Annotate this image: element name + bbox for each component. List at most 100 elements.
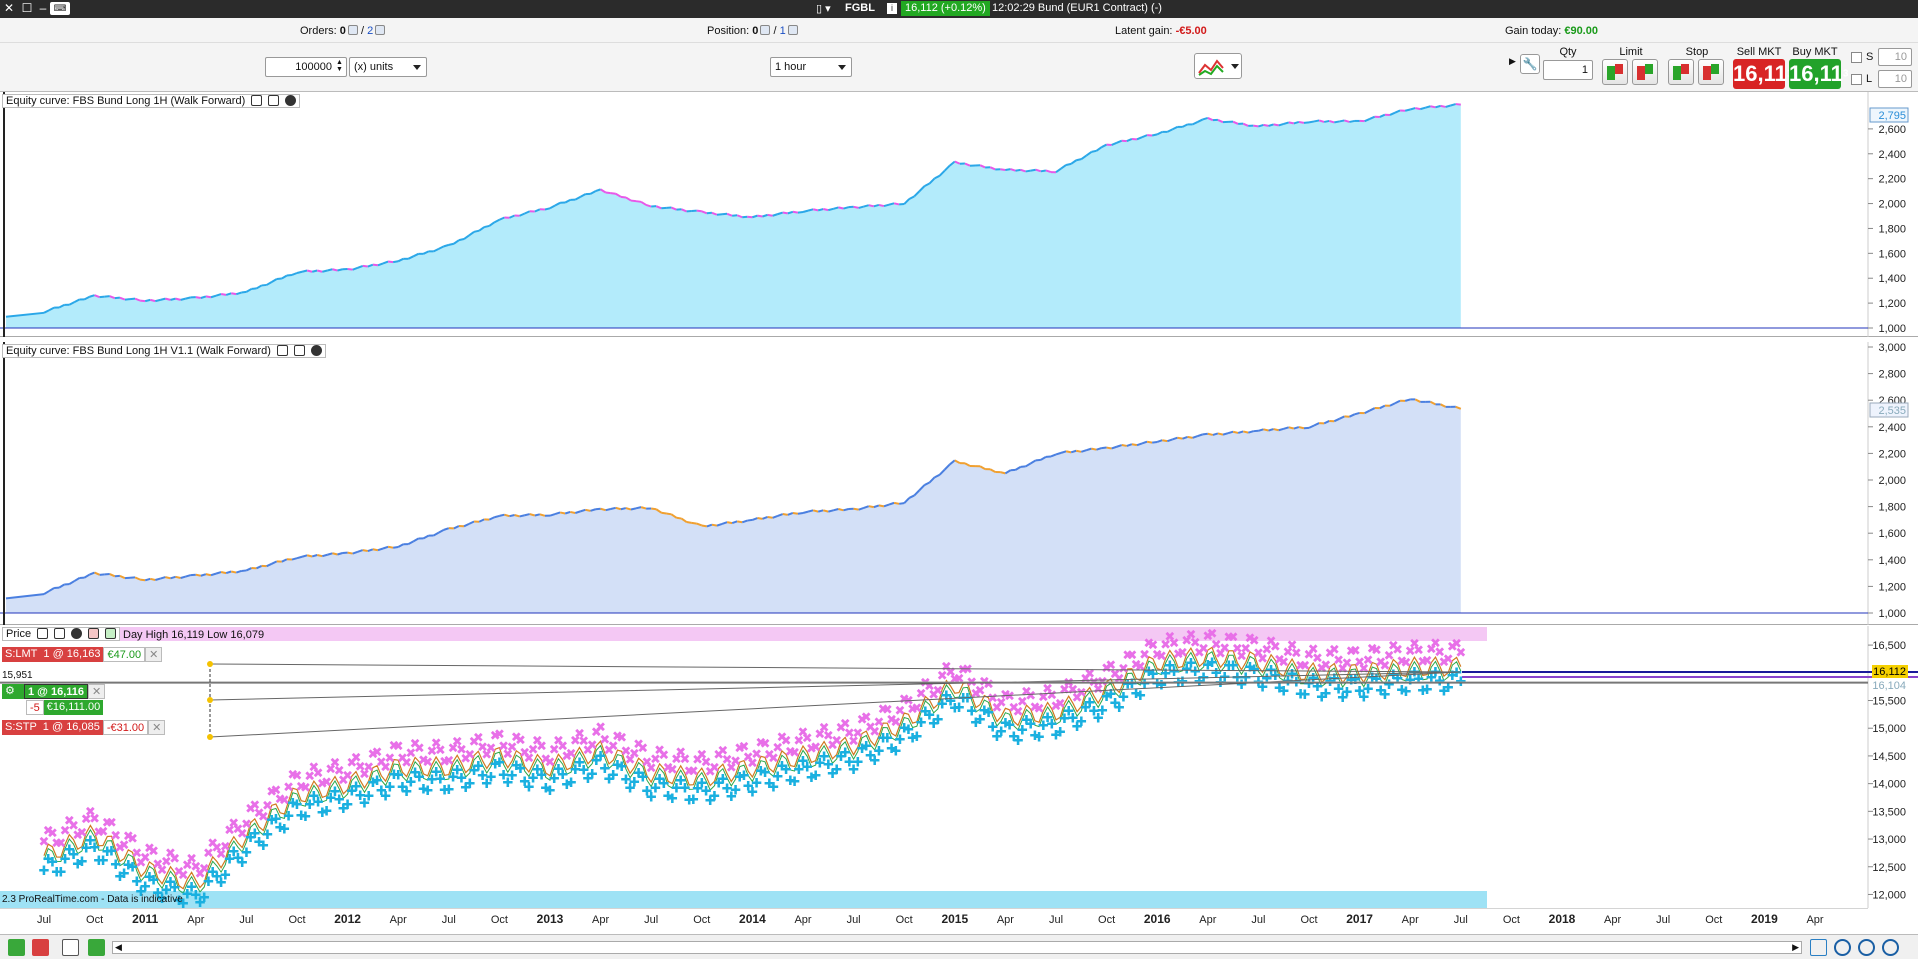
orders-list-icon[interactable] [347, 25, 358, 35]
equity-segment [620, 507, 627, 511]
zoom-in-icon[interactable] [1834, 939, 1851, 956]
zoom-reset-icon[interactable] [1882, 939, 1899, 956]
quantity-input[interactable]: 100000 [265, 57, 347, 77]
settings-icon[interactable] [88, 939, 105, 956]
maximize-window-icon[interactable]: ☐ [20, 1, 34, 16]
position-list-icon[interactable] [760, 25, 771, 35]
close-icon[interactable] [71, 628, 83, 639]
cancel-limit-icon[interactable]: ✕ [145, 647, 163, 662]
equity-segment [160, 576, 166, 580]
sell-mkt-header: Sell MKT [1736, 46, 1782, 58]
s-checkbox[interactable] [1851, 52, 1862, 63]
instrument-symbol[interactable]: FGBL [845, 2, 875, 14]
title-bar: ✕ ☐ – ⌨ ▯ ▾ FGBL i 16,112 (+0.12%) 12:02… [0, 0, 1918, 18]
y-tick-label: 1,400 [1878, 273, 1906, 285]
equity-segment [337, 552, 343, 556]
position-line-label[interactable]: ⚙ 1 @ 16,116 ✕ [2, 684, 106, 699]
zoom-out-icon[interactable] [1858, 939, 1875, 956]
equity-segment [1263, 123, 1269, 127]
buy-limit-button[interactable] [1602, 59, 1628, 85]
minimize-window-icon[interactable]: – [36, 1, 50, 16]
equity-panel-2-title: Equity curve: FBS Bund Long 1H V1.1 (Wal… [2, 344, 327, 358]
wrench-icon[interactable] [277, 345, 288, 356]
wrench-icon[interactable] [37, 628, 49, 639]
horizontal-scrollbar[interactable]: ◀ ▶ [112, 941, 1802, 954]
order-handle[interactable] [207, 734, 213, 740]
equity-segment [1227, 430, 1234, 435]
quantity-stepper-icon[interactable]: ▲ ▼ [336, 59, 343, 73]
stop-order-line-label[interactable]: S:STP 1 @ 16,085 -€31.00 ✕ [2, 720, 166, 735]
close-position-icon[interactable]: ✕ [88, 684, 106, 699]
position-settings-icon[interactable] [787, 25, 798, 35]
x-tick-label: 2017 [1346, 912, 1373, 926]
l-distance-input[interactable]: 10 [1878, 70, 1912, 88]
close-icon[interactable] [285, 95, 297, 106]
equity-segment [301, 554, 308, 558]
equity-segment [610, 506, 617, 510]
zoom-fit-icon[interactable] [1810, 939, 1827, 956]
equity-segment [144, 298, 151, 303]
wrench-icon[interactable] [251, 95, 263, 106]
x-tick-label: Jul [1251, 914, 1265, 926]
timeframe-select[interactable]: 1 hour [770, 57, 852, 77]
orders-separator: / [360, 25, 364, 37]
price-chart[interactable]: ✖✚✖✚✖✚✖✚✖✚✖✚✖✚✖✚✖✚✖✚✖✚✖✚✖✚✖✚✖✚✖✚✖✚✖✚✖✚✖✚… [0, 626, 1918, 908]
equity-panel-2: Equity curve: FBS Bund Long 1H V1.1 (Wal… [0, 342, 1918, 625]
sell-market-button[interactable]: 16,111 [1733, 59, 1792, 89]
orders-settings-icon[interactable] [375, 25, 386, 35]
wrench-icon[interactable]: 🔧 [1520, 54, 1540, 74]
instrument-icon[interactable]: ▯ ▾ [816, 2, 831, 15]
nav-icon[interactable] [8, 939, 25, 956]
buy-signal-mark: ✚ [262, 827, 273, 842]
x-tick-label: Apr [1604, 914, 1621, 926]
equity-segment [1283, 426, 1290, 430]
order-handle[interactable] [207, 661, 213, 667]
close-icon[interactable] [311, 345, 323, 356]
s-distance-input[interactable]: 10 [1878, 48, 1912, 66]
equity-segment [893, 501, 900, 505]
equity-segment [1273, 123, 1279, 127]
window-icon[interactable] [294, 345, 306, 356]
qty-input[interactable]: 1 [1543, 60, 1593, 80]
cancel-stop-icon[interactable]: ✕ [148, 720, 166, 735]
x-tick-label: Oct [896, 914, 913, 926]
buy-signal-mark: ✚ [852, 755, 863, 770]
scroll-left-icon[interactable]: ◀ [115, 942, 122, 953]
chart-type-button[interactable] [1194, 53, 1242, 79]
units-select[interactable]: (x) units [349, 57, 427, 77]
equity-panel-2-title-text: Equity curve: FBS Bund Long 1H V1.1 (Wal… [6, 345, 271, 357]
sell-icon[interactable] [88, 628, 100, 639]
equity-segment [205, 295, 212, 299]
sell-stop-button[interactable] [1698, 59, 1724, 85]
keyboard-icon[interactable]: ⌨ [50, 2, 70, 15]
order-handle[interactable] [207, 697, 213, 703]
window-icon[interactable] [268, 95, 280, 106]
buy-signal-mark: ✚ [1055, 725, 1066, 740]
collapse-arrow-icon[interactable]: ▶ [1509, 56, 1516, 67]
equity-segment [737, 520, 743, 524]
close-window-icon[interactable]: ✕ [2, 1, 16, 16]
x-tick-label: Oct [1503, 914, 1520, 926]
y-tick-label: 3,000 [1878, 342, 1906, 354]
buy-stop-button[interactable] [1668, 59, 1694, 85]
buy-market-button[interactable]: 16,113 [1789, 59, 1848, 89]
sheet-icon[interactable] [62, 939, 79, 956]
x-tick-label: Jul [847, 914, 861, 926]
equity-segment [1313, 119, 1320, 123]
equity-segment [686, 521, 692, 524]
l-checkbox[interactable] [1851, 74, 1862, 85]
level-label: 15,951 [2, 670, 33, 681]
equity-segment [878, 203, 885, 208]
limit-order-line-label[interactable]: S:LMT 1 @ 16,163 €47.00 ✕ [2, 647, 163, 662]
buy-icon[interactable] [105, 628, 117, 639]
indicator-icon[interactable] [32, 939, 49, 956]
scroll-right-icon[interactable]: ▶ [1792, 942, 1799, 953]
time-axis[interactable]: Jul Oct 2011 Apr Jul Oct 2012 Apr Jul Oct 2013 Apr J… [0, 908, 1918, 934]
sell-limit-button[interactable] [1632, 59, 1658, 85]
window-icon[interactable] [54, 628, 66, 639]
equity-chart-2[interactable]: 3,0002,8002,6002,4002,2002,0001,8001,600… [0, 342, 1918, 625]
y-tick-label: 2,200 [1878, 174, 1906, 186]
equity-chart-1[interactable]: 2,600 2,400 2,200 2,000 1,800 1,600 1,400 1,200… [0, 92, 1918, 337]
info-icon[interactable]: i [887, 3, 897, 14]
buy-signal-mark: ✚ [464, 776, 475, 791]
